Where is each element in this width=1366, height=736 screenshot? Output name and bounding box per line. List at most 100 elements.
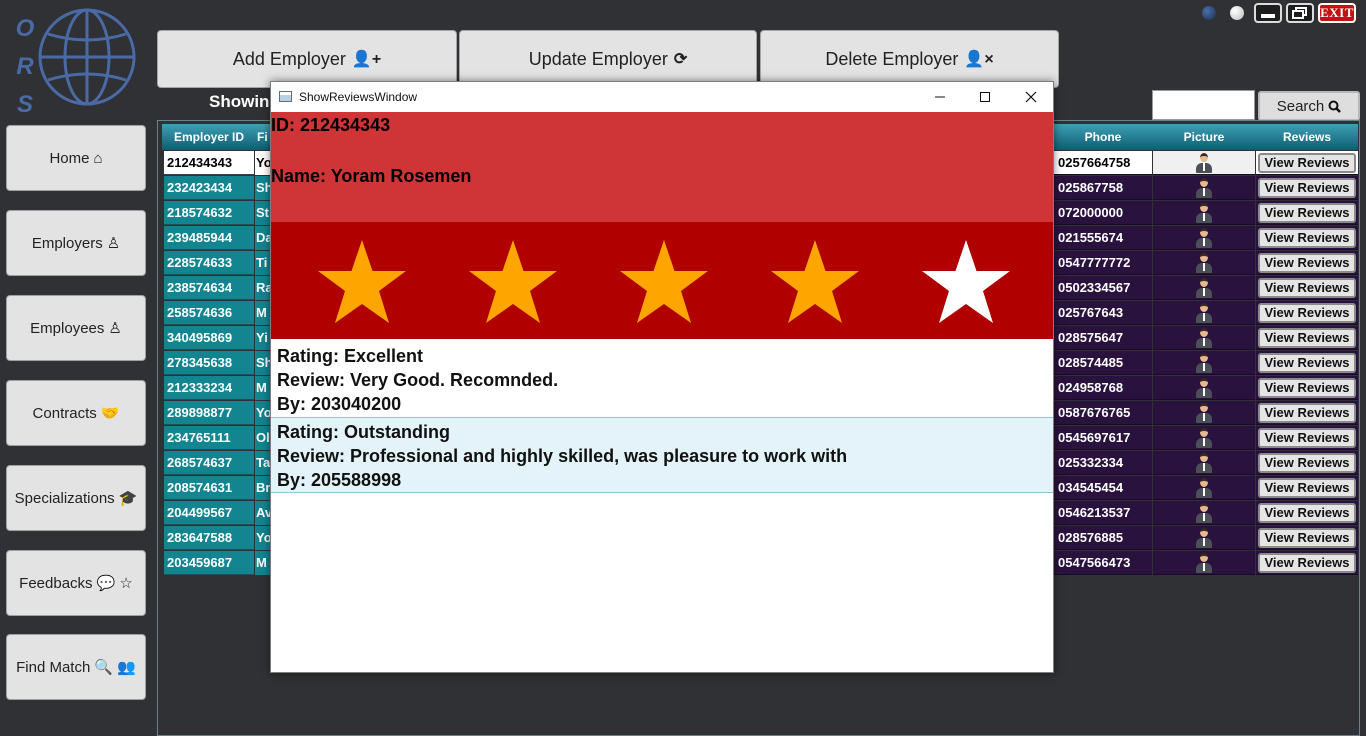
view-reviews-button[interactable]: View Reviews	[1258, 252, 1356, 273]
cell-picture[interactable]	[1153, 401, 1255, 425]
cell-phone[interactable]: 0547566473	[1054, 551, 1152, 575]
cell-picture[interactable]	[1153, 201, 1255, 225]
cell-phone[interactable]: 025767643	[1054, 301, 1152, 325]
view-reviews-button[interactable]: View Reviews	[1258, 502, 1356, 523]
cell-phone[interactable]: 0547777772	[1054, 251, 1152, 275]
cell-employer-id[interactable]: 238574634	[164, 276, 254, 300]
theme-dark-dot-icon[interactable]	[1202, 6, 1216, 20]
star-rating	[271, 222, 1053, 339]
view-reviews-button[interactable]: View Reviews	[1258, 402, 1356, 423]
cell-phone[interactable]: 021555674	[1054, 226, 1152, 250]
view-reviews-button[interactable]: View Reviews	[1258, 527, 1356, 548]
cell-phone[interactable]: 0502334567	[1054, 276, 1152, 300]
cell-picture[interactable]	[1153, 176, 1255, 200]
cell-employer-id[interactable]: 289898877	[164, 401, 254, 425]
cell-picture[interactable]	[1153, 551, 1255, 575]
cell-phone[interactable]: 072000000	[1054, 201, 1152, 225]
cell-picture[interactable]	[1153, 476, 1255, 500]
window-minimize-button[interactable]	[917, 82, 962, 112]
view-reviews-button[interactable]: View Reviews	[1258, 427, 1356, 448]
sidebar-item-find-match[interactable]: Find Match 🔍 👥	[6, 634, 146, 700]
search-input[interactable]	[1152, 90, 1255, 120]
star-filled-icon[interactable]	[771, 240, 859, 324]
cell-phone[interactable]: 0545697617	[1054, 426, 1152, 450]
cell-employer-id[interactable]: 212434343	[164, 151, 254, 175]
cell-picture[interactable]	[1153, 301, 1255, 325]
cell-picture[interactable]	[1153, 501, 1255, 525]
cell-employer-id[interactable]: 340495869	[164, 326, 254, 350]
cell-employer-id[interactable]: 228574633	[164, 251, 254, 275]
cell-employer-id[interactable]: 234765111	[164, 426, 254, 450]
view-reviews-button[interactable]: View Reviews	[1258, 477, 1356, 498]
cell-phone[interactable]: 025867758	[1054, 176, 1152, 200]
column-header-reviews[interactable]: Reviews	[1256, 124, 1358, 150]
star-filled-icon[interactable]	[469, 240, 557, 324]
user-icon: ♙	[108, 320, 122, 337]
cell-picture[interactable]	[1153, 276, 1255, 300]
cell-picture[interactable]	[1153, 226, 1255, 250]
view-reviews-button[interactable]: View Reviews	[1258, 277, 1356, 298]
theme-light-dot-icon[interactable]	[1230, 6, 1244, 20]
cell-phone[interactable]: 028576885	[1054, 526, 1152, 550]
view-reviews-button[interactable]: View Reviews	[1258, 327, 1356, 348]
cell-phone[interactable]: 0546213537	[1054, 501, 1152, 525]
view-reviews-button[interactable]: View Reviews	[1258, 302, 1356, 323]
cell-employer-id[interactable]: 278345638	[164, 351, 254, 375]
exit-button[interactable]: EXIT	[1318, 3, 1356, 23]
view-reviews-button[interactable]: View Reviews	[1258, 152, 1356, 173]
view-reviews-button[interactable]: View Reviews	[1258, 202, 1356, 223]
cell-phone[interactable]: 0257664758	[1054, 151, 1152, 175]
cell-employer-id[interactable]: 204499567	[164, 501, 254, 525]
star-empty-icon[interactable]	[922, 240, 1010, 324]
cell-employer-id[interactable]: 239485944	[164, 226, 254, 250]
restore-button[interactable]	[1286, 3, 1314, 23]
cell-employer-id[interactable]: 218574632	[164, 201, 254, 225]
cell-picture[interactable]	[1153, 251, 1255, 275]
cell-picture[interactable]	[1153, 426, 1255, 450]
view-reviews-button[interactable]: View Reviews	[1258, 352, 1356, 373]
cell-employer-id[interactable]: 208574631	[164, 476, 254, 500]
view-reviews-button[interactable]: View Reviews	[1258, 552, 1356, 573]
view-reviews-button[interactable]: View Reviews	[1258, 177, 1356, 198]
sidebar-item-contracts[interactable]: Contracts 🤝	[6, 380, 146, 446]
search-button[interactable]: Search	[1258, 91, 1360, 121]
column-header-picture[interactable]: Picture	[1153, 124, 1255, 150]
cell-employer-id[interactable]: 258574636	[164, 301, 254, 325]
star-filled-icon[interactable]	[318, 240, 406, 324]
view-reviews-button[interactable]: View Reviews	[1258, 227, 1356, 248]
cell-phone[interactable]: 025332334	[1054, 451, 1152, 475]
cell-employer-id[interactable]: 232423434	[164, 176, 254, 200]
window-maximize-button[interactable]	[962, 82, 1007, 112]
cell-phone[interactable]: 028575647	[1054, 326, 1152, 350]
sidebar-item-feedbacks[interactable]: Feedbacks 💬 ☆	[6, 550, 146, 616]
cell-employer-id[interactable]: 268574637	[164, 451, 254, 475]
cell-picture[interactable]	[1153, 326, 1255, 350]
cell-employer-id[interactable]: 283647588	[164, 526, 254, 550]
cell-phone[interactable]: 0587676765	[1054, 401, 1152, 425]
column-header-employer-id[interactable]: Employer ID	[164, 124, 254, 150]
cell-picture[interactable]	[1153, 451, 1255, 475]
add-employer-button[interactable]: Add Employer 👤+	[157, 30, 457, 88]
minimize-button[interactable]	[1254, 3, 1282, 23]
sidebar-item-specializations[interactable]: Specializations 🎓	[6, 465, 146, 531]
cell-phone[interactable]: 028574485	[1054, 351, 1152, 375]
cell-employer-id[interactable]: 212333234	[164, 376, 254, 400]
view-reviews-button[interactable]: View Reviews	[1258, 452, 1356, 473]
cell-picture[interactable]	[1153, 376, 1255, 400]
star-filled-icon[interactable]	[620, 240, 708, 324]
update-employer-button[interactable]: Update Employer ⟳	[459, 30, 757, 88]
delete-employer-button[interactable]: Delete Employer 👤×	[760, 30, 1059, 88]
sidebar-item-label: Employers	[31, 234, 103, 252]
cell-picture[interactable]	[1153, 351, 1255, 375]
column-header-phone[interactable]: Phone	[1054, 124, 1152, 150]
cell-phone[interactable]: 034545454	[1054, 476, 1152, 500]
cell-phone[interactable]: 024958768	[1054, 376, 1152, 400]
sidebar-item-employees[interactable]: Employees ♙	[6, 295, 146, 361]
window-close-button[interactable]	[1008, 82, 1053, 112]
sidebar-item-employers[interactable]: Employers ♙	[6, 210, 146, 276]
view-reviews-button[interactable]: View Reviews	[1258, 377, 1356, 398]
cell-picture[interactable]	[1153, 151, 1255, 175]
cell-employer-id[interactable]: 203459687	[164, 551, 254, 575]
cell-picture[interactable]	[1153, 526, 1255, 550]
sidebar-item-home[interactable]: Home ⌂	[6, 125, 146, 191]
